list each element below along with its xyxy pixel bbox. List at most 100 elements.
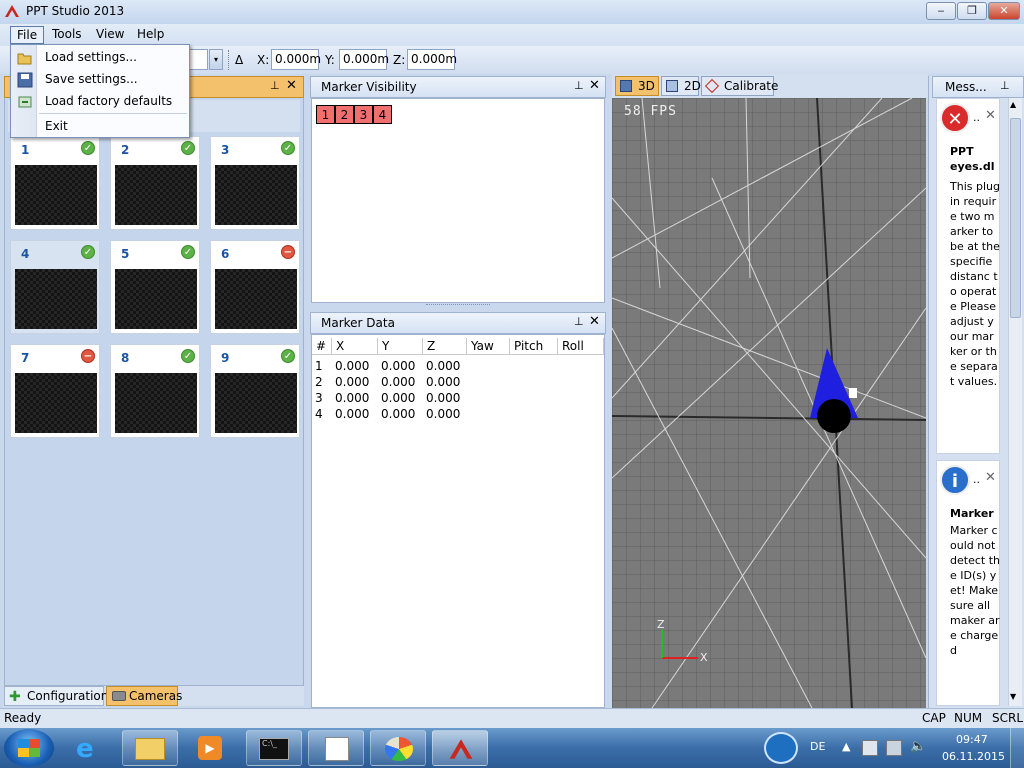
marker-label bbox=[849, 388, 857, 398]
command-prompt-icon: C:\_ bbox=[259, 738, 289, 760]
camera-card[interactable]: 3 ✓ bbox=[210, 136, 300, 230]
table-cell: 0.000 bbox=[426, 359, 461, 373]
menu-tools[interactable]: Tools bbox=[46, 26, 88, 44]
camera-preview[interactable] bbox=[15, 269, 97, 329]
message-close-icon[interactable]: ✕ bbox=[985, 470, 996, 485]
camera-card[interactable]: 6− bbox=[210, 240, 300, 334]
menu-view[interactable]: View bbox=[90, 26, 130, 44]
menu-load-settings[interactable]: Load settings... bbox=[45, 50, 137, 64]
tab-2d-label: 2D bbox=[684, 79, 701, 93]
x-field[interactable]: 0.000m bbox=[271, 49, 321, 70]
camera-preview[interactable] bbox=[15, 373, 97, 433]
camera-number: 7 bbox=[21, 351, 30, 365]
y-field[interactable]: 0.000m bbox=[339, 49, 389, 70]
camera-preview[interactable] bbox=[215, 269, 297, 329]
menu-exit[interactable]: Exit bbox=[45, 119, 68, 133]
scroll-thumb[interactable] bbox=[1010, 118, 1021, 318]
status-error-icon: − bbox=[281, 245, 295, 259]
taskbar-ppt-studio[interactable] bbox=[432, 730, 488, 766]
camera-card[interactable]: 4 ✓ bbox=[10, 240, 100, 334]
camera-card[interactable]: 1 ✓ bbox=[10, 136, 100, 230]
panel-close-icon[interactable]: ✕ bbox=[589, 78, 600, 93]
menu-save-settings[interactable]: Save settings... bbox=[45, 72, 138, 86]
menu-separator bbox=[39, 113, 187, 114]
column-header[interactable]: Pitch bbox=[510, 338, 558, 355]
scroll-up-icon[interactable]: ▲ bbox=[1010, 100, 1016, 109]
clock-time[interactable]: 09:47 bbox=[956, 733, 988, 746]
camera-card[interactable]: 7− bbox=[10, 344, 100, 438]
column-header[interactable]: X bbox=[332, 338, 378, 355]
tray-expand-icon[interactable]: ▲ bbox=[842, 740, 850, 753]
camera-number: 5 bbox=[121, 247, 130, 261]
status-ok-icon: ✓ bbox=[181, 349, 195, 363]
show-desktop-button[interactable] bbox=[1010, 728, 1024, 768]
message-close-icon[interactable]: ✕ bbox=[985, 108, 996, 123]
camera-preview[interactable] bbox=[115, 269, 197, 329]
camera-preview[interactable] bbox=[215, 373, 297, 433]
3d-viewport[interactable]: 58 FPS X Z bbox=[612, 98, 926, 708]
camera-preview[interactable] bbox=[215, 165, 297, 225]
taskbar-ie[interactable]: e bbox=[62, 730, 118, 766]
error-icon: ✕ bbox=[940, 103, 970, 133]
scroll-down-icon[interactable]: ▼ bbox=[1010, 692, 1016, 701]
maximize-button[interactable]: ❐ bbox=[957, 2, 987, 20]
pin-icon[interactable]: ⊥ bbox=[574, 315, 584, 328]
taskbar-explorer[interactable] bbox=[122, 730, 178, 766]
column-header[interactable]: Yaw bbox=[467, 338, 510, 355]
language-indicator[interactable]: DE bbox=[810, 740, 825, 753]
column-header[interactable]: Y bbox=[378, 338, 423, 355]
start-button[interactable] bbox=[4, 729, 54, 767]
table-cell: 0.000 bbox=[426, 375, 461, 389]
camera-preview[interactable] bbox=[115, 373, 197, 433]
camera-card[interactable]: 2 ✓ bbox=[110, 136, 200, 230]
internet-explorer-icon: e bbox=[76, 734, 94, 764]
camera-card[interactable]: 9 ✓ bbox=[210, 344, 300, 438]
camera-card[interactable]: 5 ✓ bbox=[110, 240, 200, 334]
toolbar-grip[interactable] bbox=[228, 50, 230, 70]
column-header[interactable]: Roll bbox=[558, 338, 604, 355]
camera-card[interactable]: 8 ✓ bbox=[110, 344, 200, 438]
status-bar bbox=[0, 708, 1024, 728]
marker-visibility-header: Marker Visibility bbox=[310, 76, 606, 98]
tab-calibrate[interactable]: Calibrate bbox=[701, 76, 778, 96]
tab-2d[interactable]: 2D bbox=[661, 76, 701, 96]
clock-date[interactable]: 06.11.2015 bbox=[942, 750, 1005, 763]
z-field[interactable]: 0.000m bbox=[407, 49, 457, 70]
taskbar-palette[interactable] bbox=[370, 730, 426, 766]
camera-preview[interactable] bbox=[15, 165, 97, 225]
cap-indicator: CAP bbox=[922, 711, 946, 725]
minimize-button[interactable]: ‒ bbox=[926, 2, 956, 20]
pin-icon[interactable]: ⊥ bbox=[270, 79, 280, 92]
tray-network-info-icon[interactable] bbox=[764, 732, 798, 764]
menu-help[interactable]: Help bbox=[131, 26, 170, 44]
tab-cameras[interactable]: Cameras bbox=[106, 686, 182, 706]
camera-number: 6 bbox=[221, 247, 230, 261]
tab-configuration[interactable]: ✚ Configuration bbox=[4, 686, 108, 706]
panel-close-icon[interactable]: ✕ bbox=[286, 78, 297, 93]
camera-number: 3 bbox=[221, 143, 230, 157]
menu-file[interactable]: File bbox=[10, 26, 45, 44]
column-header[interactable]: Z bbox=[423, 338, 467, 355]
delta-icon: Δ bbox=[235, 53, 244, 67]
table-cell: 0.000 bbox=[426, 391, 461, 405]
status-ok-icon: ✓ bbox=[81, 245, 95, 259]
menu-load-factory-defaults[interactable]: Load factory defaults bbox=[45, 94, 172, 108]
table-cell: 4 bbox=[315, 407, 323, 421]
tab-3d[interactable]: 3D bbox=[615, 76, 659, 96]
messages-scrollbar[interactable]: ▲ ▼ bbox=[1008, 98, 1022, 706]
tray-volume-icon[interactable]: 🔈 bbox=[910, 739, 926, 754]
close-button[interactable]: ✕ bbox=[988, 2, 1020, 20]
camera-preview[interactable] bbox=[115, 165, 197, 225]
messages-header: Mess... bbox=[932, 76, 1024, 98]
tray-network-icon[interactable] bbox=[886, 740, 902, 756]
taskbar-paint[interactable] bbox=[308, 730, 364, 766]
pin-icon[interactable]: ⊥ bbox=[574, 79, 584, 92]
combo-dropdown-arrow-icon[interactable]: ▾ bbox=[209, 49, 223, 70]
tray-flag-icon[interactable] bbox=[862, 740, 878, 756]
taskbar-media[interactable]: ▶ bbox=[182, 730, 238, 766]
column-header[interactable]: # bbox=[312, 338, 332, 355]
panel-close-icon[interactable]: ✕ bbox=[589, 314, 600, 329]
taskbar-cmd[interactable]: C:\_ bbox=[246, 730, 302, 766]
splitter-grip[interactable] bbox=[426, 304, 490, 308]
pin-icon[interactable]: ⊥ bbox=[1000, 79, 1010, 92]
